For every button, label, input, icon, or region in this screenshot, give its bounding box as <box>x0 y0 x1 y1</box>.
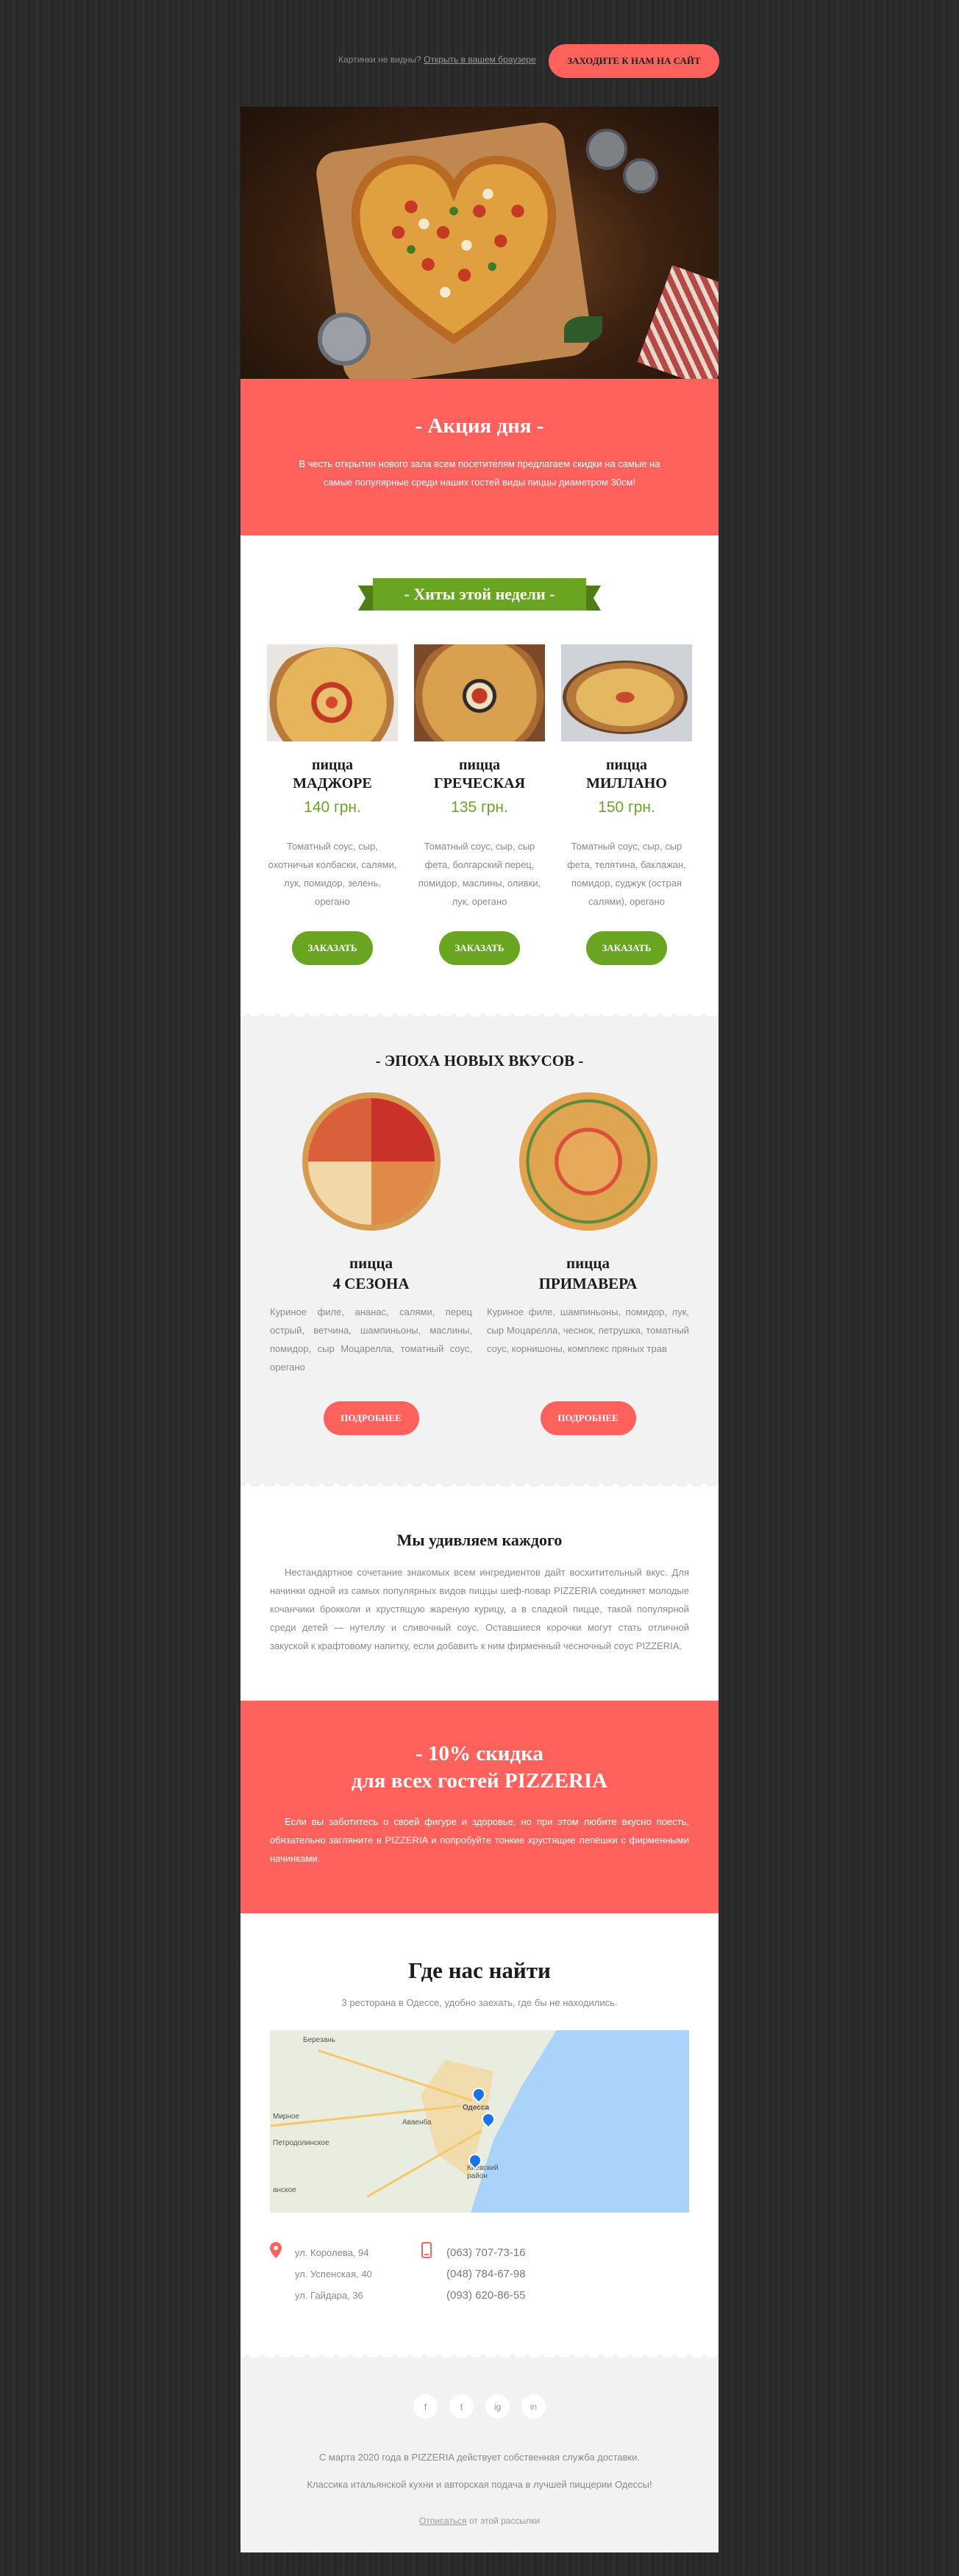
pizza-feature: пицца 4 СЕЗОНА Куриное филе, ананас, саля… <box>270 1092 472 1435</box>
hits-title: - Хиты этой недели - <box>373 578 586 611</box>
addresses-list: ул. Королева, 94 ул. Успенская, 40 ул. Г… <box>295 2242 372 2306</box>
promo-section: - Акция дня - В честь открытия нового за… <box>240 379 719 543</box>
measuring-spoon-image <box>586 129 627 170</box>
pizza-disc <box>267 647 398 741</box>
phone-number[interactable]: (048) 784-67-98 <box>446 2263 526 2285</box>
footer-text: Классика итальянской кухни и авторская п… <box>307 2479 652 2490</box>
pizza-description: Томатный соус, сыр, сыр фета, болгарский… <box>418 841 541 907</box>
footer: f t ig in С марта 2020 года в PIZZERIA д… <box>240 2350 719 2552</box>
unsubscribe-text: от этой рассылки <box>466 2516 541 2526</box>
map-label: анское <box>273 2186 296 2194</box>
location-subtitle: 3 ресторана в Одессе, удобно заехать, гд… <box>341 1997 618 2008</box>
order-button[interactable]: ЗАКАЗАТЬ <box>586 931 667 965</box>
pizza-name: пицца ГРЕЧЕСКАЯ <box>433 757 526 791</box>
basil-leaf-image <box>564 316 602 343</box>
map-label: Одесса <box>463 2104 490 2112</box>
map-label: Мирное <box>273 2113 300 2121</box>
open-in-browser-link[interactable]: Открыть в вашем браузере <box>424 54 535 65</box>
hits-ribbon: - Хиты этой недели - <box>358 578 601 611</box>
phone-icon <box>421 2242 438 2306</box>
pizza-photo-4-seasons <box>302 1092 441 1231</box>
discount-section: - 10% скидка для всех гостей PIZZERIA Есл… <box>240 1701 719 1921</box>
pizza-description: Томатный соус, сыр, сыр фета, телятина, … <box>567 841 686 907</box>
pizza-photo-maggiore <box>267 644 398 741</box>
phone-number[interactable]: (063) 707-73-16 <box>446 2242 526 2263</box>
discount-title: - 10% скидка для всех гостей PIZZERIA <box>351 1742 608 1793</box>
pizza-description: Томатный соус, сыр, охотничьи колбаски, … <box>268 841 397 907</box>
email-container: - Акция дня - В честь открытия нового за… <box>240 107 719 2552</box>
surprise-text: Нестандартное сочетание знакомых всем ин… <box>270 1567 689 1651</box>
linkedin-icon[interactable]: in <box>521 2394 546 2419</box>
pizza-name: пицца 4 СЕЗОНА <box>332 1254 410 1292</box>
pizza-price: 150 грн. <box>598 799 655 816</box>
map-label: Березань <box>303 2036 335 2044</box>
pizza-disc <box>414 644 545 741</box>
twitter-icon[interactable]: t <box>449 2394 474 2419</box>
details-button[interactable]: ПОДРОБНЕЕ <box>323 1401 419 1435</box>
pizza-cutter-image <box>318 313 371 366</box>
discount-text: Если вы заботитесь о своей фигуре и здор… <box>270 1816 689 1864</box>
napkin-image <box>637 265 719 379</box>
pizza-disc <box>563 661 688 734</box>
phone-number[interactable]: (093) 620-86-55 <box>446 2285 526 2306</box>
order-button[interactable]: ЗАКАЗАТЬ <box>439 931 520 965</box>
pizza-name: пицца МИЛЛАНО <box>586 757 667 791</box>
map-label: Аваенба <box>402 2118 432 2127</box>
pizza-card: пицца МАДЖОРЕ 140 грн. Томатный соус, сыр… <box>267 644 398 965</box>
facebook-icon[interactable]: f <box>413 2394 438 2419</box>
details-button[interactable]: ПОДРОБНЕЕ <box>540 1401 636 1435</box>
phones-list: (063) 707-73-16 (048) 784-67-98 (093) 62… <box>446 2242 526 2306</box>
address: ул. Королева, 94 <box>295 2247 369 2258</box>
location-title: Где нас найти <box>408 1957 551 1983</box>
addresses-block: ул. Королева, 94 ул. Успенская, 40 ул. Г… <box>270 2242 421 2306</box>
pizza-photo-milano <box>561 644 692 741</box>
pizza-photo-primavera <box>518 1092 657 1231</box>
promo-title: - Акция дня - <box>415 414 544 438</box>
new-tastes-section: - ЭПОХА НОВЫХ ВКУСОВ - пицца 4 СЕЗОНА Кур… <box>240 1009 719 1487</box>
measuring-spoon-image <box>623 158 658 193</box>
pizza-feature: пицца ПРИМАВЕРА Куриное филе, шампиньоны,… <box>487 1092 689 1435</box>
pizza-name: пицца МАДЖОРЕ <box>293 757 372 791</box>
pizza-price: 135 грн. <box>451 799 508 816</box>
pizza-description: Куриное филе, шампиньоны, помидор, лук, … <box>487 1306 689 1354</box>
heart-pizza-image <box>351 155 557 344</box>
visit-site-button[interactable]: ЗАХОДИТЕ К НАМ НА САЙТ <box>549 44 719 78</box>
pizza-card: пицца МИЛЛАНО 150 грн. Томатный соус, сыр… <box>561 644 692 965</box>
promo-text: В честь открытия нового зала всем посети… <box>299 458 660 488</box>
hero-image <box>240 107 719 379</box>
address: ул. Успенская, 40 <box>295 2269 372 2280</box>
preheader: Картинки не видны? Открыть в вашем брауз… <box>0 44 959 78</box>
new-tastes-title: - ЭПОХА НОВЫХ ВКУСОВ - <box>375 1052 584 1070</box>
unsubscribe-link[interactable]: Отписаться <box>419 2516 467 2526</box>
pizza-name: пицца ПРИМАВЕРА <box>538 1254 638 1292</box>
surprise-section: Мы удивляем каждого Нестандартное сочета… <box>240 1479 719 1701</box>
location-section: Где нас найти 3 ресторана в Одессе, удоб… <box>240 1913 719 2358</box>
location-pin-icon <box>270 2242 286 2306</box>
notice-text: Картинки не видны? <box>338 54 421 65</box>
pizza-description: Куриное филе, ананас, салями, перец остр… <box>270 1306 472 1373</box>
preheader-notice: Картинки не видны? Открыть в вашем брауз… <box>338 54 536 65</box>
new-tastes-columns: пицца 4 СЕЗОНА Куриное филе, ананас, саля… <box>270 1092 689 1435</box>
map[interactable]: Березань Мирное Петродолинское Одесса Ки… <box>270 2030 689 2213</box>
unsubscribe: Отписаться от этой рассылки <box>270 2516 689 2526</box>
pizza-price: 140 грн. <box>304 799 361 816</box>
map-label: Петродолинское <box>273 2139 329 2147</box>
instagram-icon[interactable]: ig <box>485 2394 510 2419</box>
footer-text: С марта 2020 года в PIZZERIA действует с… <box>318 2452 641 2463</box>
address: ул. Гайдара, 36 <box>295 2290 363 2301</box>
hits-section: - Хиты этой недели - пицца МАДЖОРЕ 140 гр… <box>240 536 719 1017</box>
contacts: ул. Королева, 94 ул. Успенская, 40 ул. Г… <box>270 2242 689 2306</box>
surprise-title: Мы удивляем каждого <box>396 1531 563 1549</box>
pizza-card: пицца ГРЕЧЕСКАЯ 135 грн. Томатный соус, с… <box>414 644 545 965</box>
phones-block: (063) 707-73-16 (048) 784-67-98 (093) 62… <box>421 2242 526 2306</box>
social-links: f t ig in <box>270 2394 689 2419</box>
order-button[interactable]: ЗАКАЗАТЬ <box>292 931 373 965</box>
pizza-photo-greek <box>414 644 545 741</box>
hits-cards: пицца МАДЖОРЕ 140 грн. Томатный соус, сыр… <box>267 644 692 965</box>
